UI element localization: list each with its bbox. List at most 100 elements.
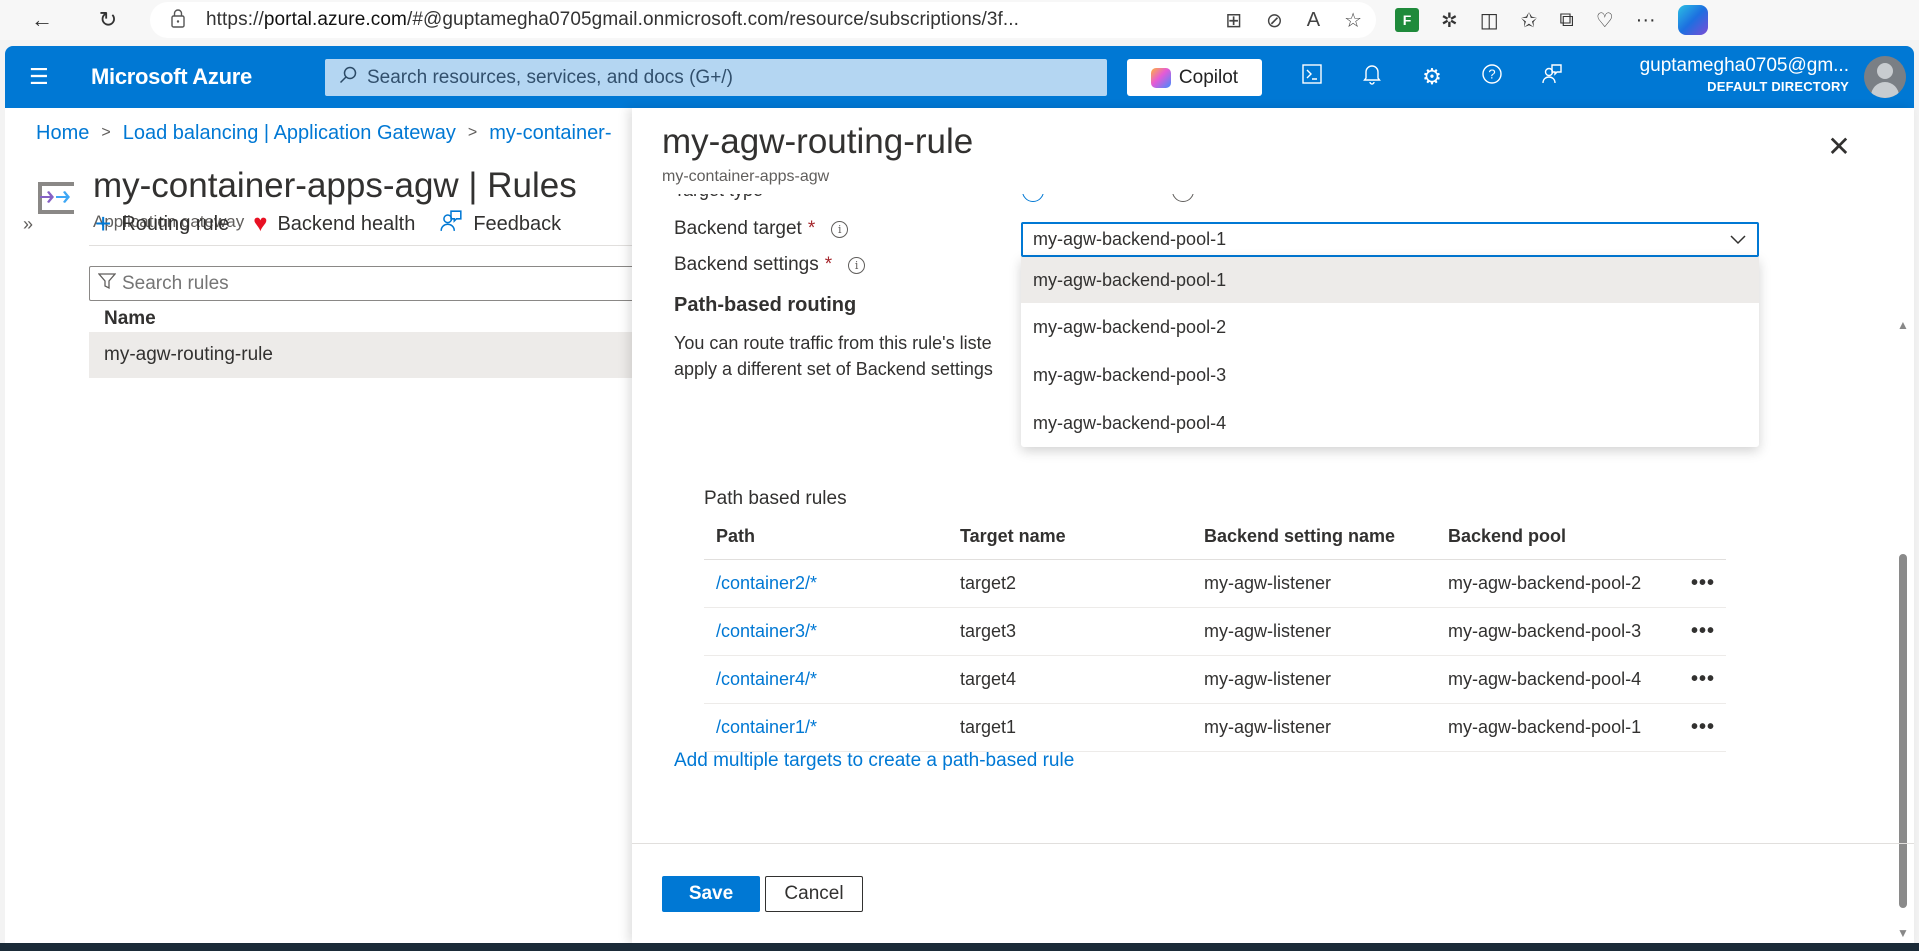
add-routing-rule-button[interactable]: + Routing rule (95, 208, 229, 240)
table-row[interactable]: my-agw-routing-rule (89, 332, 709, 378)
info-icon[interactable]: i (848, 256, 866, 274)
brand-name[interactable]: Microsoft Azure (91, 64, 252, 90)
green-extension-icon[interactable]: F (1395, 8, 1419, 32)
more-menu-icon[interactable]: ··· (1636, 9, 1656, 32)
target-name: target4 (960, 669, 1017, 689)
feedback-person-icon (439, 209, 463, 239)
dropdown-option[interactable]: my-agw-backend-pool-3 (1021, 351, 1759, 399)
column-header-name[interactable]: Name (104, 308, 156, 330)
path-link[interactable]: /container3/* (704, 621, 948, 642)
description-line: apply a different set of Backend setting… (674, 359, 993, 379)
scroll-up-arrow-icon[interactable]: ▲ (1897, 318, 1909, 332)
breadcrumb-load-balancing[interactable]: Load balancing | Application Gateway (123, 122, 456, 145)
breadcrumb-home[interactable]: Home (36, 122, 89, 145)
cloud-shell-icon[interactable] (1297, 63, 1327, 91)
path-based-routing-heading: Path-based routing (674, 294, 857, 316)
cancel-button[interactable]: Cancel (765, 876, 863, 912)
info-icon[interactable]: i (831, 220, 849, 238)
copilot-icon (1150, 67, 1171, 88)
filter-icon (97, 272, 117, 295)
address-bar-actions: ⊞ ⊘ A ☆ (1225, 2, 1362, 38)
path-based-rules-title: Path based rules (704, 488, 847, 509)
rule-name: my-agw-routing-rule (104, 344, 273, 365)
global-search-input[interactable] (367, 66, 1087, 89)
add-multiple-targets-link[interactable]: Add multiple targets to create a path-ba… (674, 750, 1074, 772)
breadcrumb-resource[interactable]: my-container- (489, 122, 611, 145)
global-search-box[interactable] (325, 59, 1107, 96)
favorites-icon[interactable]: ✩ (1521, 8, 1538, 33)
expand-menu-icon[interactable]: » (23, 214, 33, 235)
heart-icon: ♥ (253, 210, 268, 237)
target-type-radio-redirection[interactable] (1172, 194, 1194, 202)
target-name: target2 (960, 573, 1017, 593)
back-icon[interactable]: ← (24, 2, 60, 38)
backend-setting-name: my-agw-listener (1204, 669, 1332, 689)
rules-search-box[interactable] (89, 266, 709, 301)
page-title: my-container-apps-agw | Rules (93, 166, 577, 205)
panel-scrollbar[interactable]: ▲ ▼ (1896, 318, 1910, 940)
split-screen-icon[interactable]: ◫ (1480, 8, 1499, 33)
dropdown-option[interactable]: my-agw-backend-pool-1 (1021, 257, 1759, 303)
target-type-radio-backend-pool[interactable] (1022, 194, 1044, 202)
chevron-down-icon (1729, 226, 1747, 259)
dropdown-selected-value: my-agw-backend-pool-1 (1033, 229, 1227, 249)
feedback-button[interactable]: Feedback (439, 209, 561, 239)
avatar[interactable] (1864, 56, 1906, 98)
row-more-icon[interactable]: ••• (1680, 668, 1726, 691)
header-actions: ⚙ ? (1297, 46, 1567, 108)
save-button[interactable]: Save (662, 876, 760, 912)
svg-text:?: ? (1488, 67, 1495, 82)
backend-target-options: my-agw-backend-pool-1 my-agw-backend-poo… (1021, 257, 1759, 447)
help-icon[interactable]: ? (1477, 63, 1507, 91)
portal-menu-icon[interactable]: ☰ (29, 64, 59, 90)
path-link[interactable]: /container4/* (704, 669, 948, 690)
address-bar[interactable]: https://portal.azure.com/#@guptamegha070… (150, 2, 1376, 38)
app-available-icon[interactable]: ⊞ (1225, 8, 1242, 33)
settings-gear-icon[interactable]: ⚙ (1417, 64, 1447, 90)
scrollbar-thumb[interactable] (1899, 554, 1907, 908)
taskbar-edge (0, 943, 1919, 951)
favorite-star-icon[interactable]: ☆ (1344, 8, 1362, 33)
scroll-down-arrow-icon[interactable]: ▼ (1897, 926, 1909, 940)
path-link[interactable]: /container1/* (704, 717, 948, 738)
dropdown-option[interactable]: my-agw-backend-pool-4 (1021, 399, 1759, 447)
panel-title: my-agw-routing-rule (662, 122, 974, 161)
backend-pool-name: my-agw-backend-pool-4 (1448, 669, 1642, 689)
row-more-icon[interactable]: ••• (1680, 620, 1726, 643)
notifications-bell-icon[interactable] (1357, 63, 1387, 91)
command-bar: + Routing rule ♥ Backend health Feedback (95, 208, 561, 240)
backend-target-dropdown[interactable]: my-agw-backend-pool-1 (1021, 222, 1759, 257)
label-text: Backend target (674, 218, 802, 239)
browser-essentials-icon[interactable]: ♡ (1596, 8, 1614, 33)
command-label: Feedback (473, 212, 562, 235)
backend-pool-name: my-agw-backend-pool-1 (1448, 717, 1642, 737)
refresh-icon[interactable]: ↻ (90, 2, 126, 38)
account-info[interactable]: guptamegha0705@gm... DEFAULT DIRECTORY (1640, 55, 1849, 94)
path-link[interactable]: /container2/* (704, 573, 948, 594)
close-icon[interactable]: ✕ (1824, 130, 1854, 163)
search-rules-input[interactable] (122, 272, 682, 295)
collections-icon[interactable]: ⧉ (1559, 9, 1573, 32)
dropdown-option[interactable]: my-agw-backend-pool-2 (1021, 303, 1759, 351)
row-more-icon[interactable]: ••• (1680, 572, 1726, 595)
table-header: Path Target name Backend setting name Ba… (704, 514, 1726, 560)
breadcrumb: Home > Load balancing | Application Gate… (36, 122, 612, 145)
copilot-sidebar-icon[interactable] (1677, 5, 1708, 35)
read-aloud-icon[interactable]: A (1307, 9, 1320, 32)
backend-setting-name: my-agw-listener (1204, 717, 1332, 737)
column-header-target-name: Target name (960, 526, 1066, 546)
tracking-prevention-icon[interactable]: ⊘ (1266, 8, 1283, 33)
table-row: /container1/* target1 my-agw-listener my… (704, 704, 1726, 752)
azure-header: ☰ Microsoft Azure Copilot ⚙ ? guptamegha… (5, 46, 1914, 108)
extensions-puzzle-icon[interactable]: ✲ (1441, 8, 1458, 33)
copilot-button[interactable]: Copilot (1127, 59, 1262, 96)
table-row: /container2/* target2 my-agw-listener my… (704, 560, 1726, 608)
target-type-label: Target type (674, 194, 763, 201)
lock-icon[interactable] (170, 8, 190, 33)
plus-icon: + (95, 208, 112, 239)
feedback-icon[interactable] (1537, 63, 1567, 91)
backend-health-button[interactable]: ♥ Backend health (253, 210, 415, 238)
breadcrumb-separator: > (101, 124, 111, 141)
row-more-icon[interactable]: ••• (1680, 716, 1726, 739)
copilot-label: Copilot (1178, 66, 1239, 88)
